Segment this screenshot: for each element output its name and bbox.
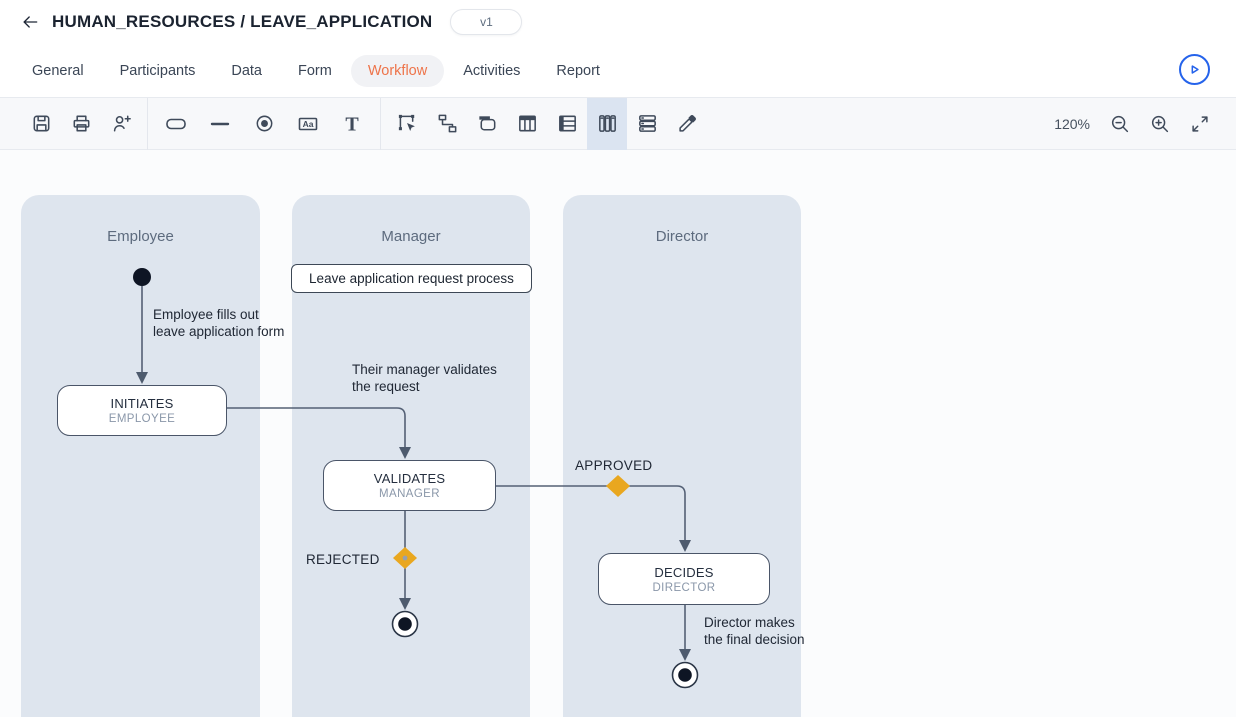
label-icon: Aa bbox=[296, 112, 320, 136]
end-state-tool-button[interactable] bbox=[242, 98, 286, 150]
line-icon bbox=[208, 112, 232, 136]
edge-label-approved: APPROVED bbox=[575, 457, 652, 474]
state-with-title-tool-button[interactable] bbox=[467, 98, 507, 150]
tab-bar: General Participants Data Form Workflow … bbox=[0, 44, 1236, 97]
table-rows-tool-button[interactable] bbox=[547, 98, 587, 150]
zoom-level: 120% bbox=[1054, 116, 1090, 132]
eyedropper-icon bbox=[676, 112, 699, 135]
node-subtitle: DIRECTOR bbox=[652, 582, 715, 594]
play-icon bbox=[1187, 62, 1202, 77]
edge-label-decide-note: Director makes the final decision bbox=[704, 614, 805, 648]
select-tool-icon bbox=[396, 112, 419, 135]
workflow-editor-app: HUMAN_RESOURCES / LEAVE_APPLICATION v1 G… bbox=[0, 0, 1236, 717]
tab-data[interactable]: Data bbox=[231, 63, 262, 79]
state-shape-icon bbox=[164, 112, 188, 136]
svg-text:Aa: Aa bbox=[303, 119, 314, 129]
table-rows-icon bbox=[556, 112, 579, 135]
edge-label-rejected: REJECTED bbox=[306, 551, 380, 568]
node-initiates[interactable]: INITIATES EMPLOYEE bbox=[57, 385, 227, 436]
color-picker-tool-button[interactable] bbox=[667, 98, 707, 150]
add-person-icon bbox=[110, 112, 133, 135]
horizontal-lanes-tool-button[interactable] bbox=[627, 98, 667, 150]
save-button[interactable] bbox=[21, 98, 61, 150]
connect-tool-button[interactable] bbox=[427, 98, 467, 150]
zoom-in-icon bbox=[1149, 113, 1171, 135]
save-icon bbox=[30, 112, 53, 135]
node-subtitle: EMPLOYEE bbox=[109, 413, 175, 425]
edge-label-validate-note: Their manager validates the request bbox=[352, 361, 497, 395]
print-icon bbox=[70, 112, 93, 135]
tab-general[interactable]: General bbox=[32, 63, 84, 79]
process-title-box[interactable]: Leave application request process bbox=[291, 264, 532, 293]
label-tool-button[interactable]: Aa bbox=[286, 98, 330, 150]
table-columns-tool-button[interactable] bbox=[507, 98, 547, 150]
lane-title: Director bbox=[563, 195, 801, 245]
back-button[interactable] bbox=[16, 8, 44, 36]
lane-title: Manager bbox=[292, 195, 530, 245]
back-arrow-icon bbox=[20, 12, 40, 32]
version-badge[interactable]: v1 bbox=[450, 9, 522, 35]
node-title: INITIATES bbox=[111, 396, 174, 411]
add-participant-button[interactable] bbox=[101, 98, 141, 150]
tab-workflow[interactable]: Workflow bbox=[351, 55, 444, 87]
page-title: HUMAN_RESOURCES / LEAVE_APPLICATION bbox=[52, 12, 432, 32]
toolbar-separator bbox=[147, 98, 148, 150]
state-tool-button[interactable] bbox=[154, 98, 198, 150]
zoom-out-icon bbox=[1109, 113, 1131, 135]
connector-icon bbox=[436, 112, 459, 135]
node-validates[interactable]: VALIDATES MANAGER bbox=[323, 460, 496, 511]
node-title: DECIDES bbox=[654, 565, 713, 580]
end-state-icon bbox=[253, 112, 276, 135]
horizontal-lanes-icon bbox=[636, 112, 659, 135]
toolbar-zoom-group: 120% bbox=[1054, 98, 1220, 150]
tab-form[interactable]: Form bbox=[298, 63, 332, 79]
vertical-lanes-tool-button[interactable] bbox=[587, 98, 627, 150]
tab-activities[interactable]: Activities bbox=[463, 63, 520, 79]
select-tool-button[interactable] bbox=[387, 98, 427, 150]
table-columns-icon bbox=[516, 112, 539, 135]
zoom-in-button[interactable] bbox=[1140, 98, 1180, 150]
text-icon: T bbox=[340, 112, 364, 136]
node-subtitle: MANAGER bbox=[379, 488, 440, 500]
expand-icon bbox=[1189, 113, 1211, 135]
print-button[interactable] bbox=[61, 98, 101, 150]
edge-label-start-note: Employee fills out leave application for… bbox=[153, 306, 284, 340]
fit-screen-button[interactable] bbox=[1180, 98, 1220, 150]
node-title: VALIDATES bbox=[374, 471, 445, 486]
svg-text:T: T bbox=[345, 113, 359, 135]
lane-employee[interactable]: Employee bbox=[21, 195, 260, 717]
toolbar-separator bbox=[380, 98, 381, 150]
node-decides[interactable]: DECIDES DIRECTOR bbox=[598, 553, 770, 605]
tab-report[interactable]: Report bbox=[556, 63, 600, 79]
vertical-lanes-icon bbox=[596, 112, 619, 135]
text-tool-button[interactable]: T bbox=[330, 98, 374, 150]
diagram-toolbar: Aa T bbox=[0, 97, 1236, 150]
tab-participants[interactable]: Participants bbox=[120, 63, 196, 79]
run-workflow-button[interactable] bbox=[1179, 54, 1210, 85]
zoom-out-button[interactable] bbox=[1100, 98, 1140, 150]
workflow-canvas[interactable]: Employee Manager Director bbox=[0, 150, 1236, 717]
transition-tool-button[interactable] bbox=[198, 98, 242, 150]
titled-state-icon bbox=[476, 112, 499, 135]
header: HUMAN_RESOURCES / LEAVE_APPLICATION v1 bbox=[0, 0, 1236, 44]
lane-title: Employee bbox=[21, 195, 260, 245]
